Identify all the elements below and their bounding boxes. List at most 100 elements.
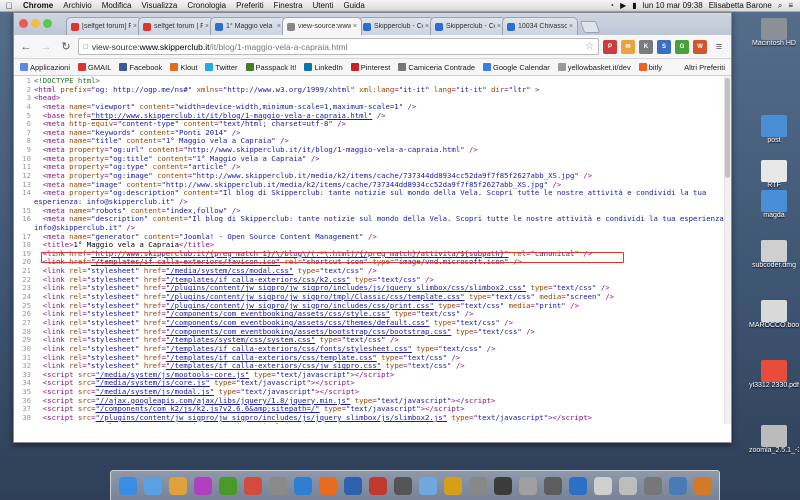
dock-app-icon[interactable] xyxy=(568,476,587,495)
back-button[interactable]: ← xyxy=(18,39,34,55)
dock-app-icon[interactable] xyxy=(418,476,437,495)
wifi-icon[interactable]: ◔ xyxy=(606,1,617,10)
dock-app-icon[interactable] xyxy=(468,476,487,495)
browser-tab[interactable]: selfget forum | Fo× xyxy=(138,17,214,35)
dock-app-icon[interactable] xyxy=(543,476,562,495)
bookmark-item[interactable]: bitly xyxy=(638,63,662,72)
vertical-scrollbar[interactable] xyxy=(724,76,731,424)
menubar-item-archivio[interactable]: Archivio xyxy=(58,1,96,10)
battery-icon[interactable]: ▮ xyxy=(629,1,639,10)
desktop-icon[interactable]: post xyxy=(750,115,798,144)
dock-app-icon[interactable] xyxy=(243,476,262,495)
dock-app-icon[interactable] xyxy=(343,476,362,495)
dock-app-icon[interactable] xyxy=(693,476,712,495)
chrome-menu-icon[interactable]: ≡ xyxy=(711,39,727,55)
address-bar[interactable]: □ view-source: www.skipperclub.it /it/bl… xyxy=(78,38,599,55)
desktop-icon-label: yl3312 2330.pdf xyxy=(749,382,799,389)
bookmark-item[interactable]: Passpack It! xyxy=(245,63,296,72)
desktop-icon[interactable]: yl3312 2330.pdf xyxy=(749,360,799,389)
menubar-item-preferiti[interactable]: Preferiti xyxy=(231,1,269,10)
menubar-item-chrome[interactable]: Chrome xyxy=(18,1,58,10)
url-host: www.skipperclub.it xyxy=(139,41,210,52)
menubar-item-modifica[interactable]: Modifica xyxy=(97,1,137,10)
bookmark-item[interactable]: yellowbasket.it/dev xyxy=(557,63,631,72)
desktop-icon[interactable]: Macintosh HD xyxy=(750,18,798,47)
source-code-text: <meta name="description" content="Il blo… xyxy=(34,214,729,224)
dock-app-icon[interactable] xyxy=(518,476,537,495)
dock-app-icon[interactable] xyxy=(593,476,612,495)
close-window-button[interactable] xyxy=(19,19,28,28)
dock-app-icon[interactable] xyxy=(493,476,512,495)
tab-close-icon[interactable]: × xyxy=(277,23,281,30)
desktop-icon[interactable]: zoomla_2.5.1_-35 xyxy=(749,425,799,454)
extension-icon-4[interactable]: W xyxy=(693,39,707,54)
dock-app-icon[interactable] xyxy=(193,476,212,495)
tab-favicon-icon xyxy=(71,22,79,31)
dock-app-icon[interactable] xyxy=(118,476,137,495)
desktop-icon[interactable]: subcoder.dmg xyxy=(750,240,798,269)
extension-icon-2[interactable]: S xyxy=(657,39,671,54)
menubar-item-utenti[interactable]: Utenti xyxy=(308,1,339,10)
desktop-icon[interactable]: MAROCCO.book xyxy=(749,300,799,329)
zoom-window-button[interactable] xyxy=(43,19,52,28)
menubar-user[interactable]: Elisabetta Barone xyxy=(706,1,775,10)
minimize-window-button[interactable] xyxy=(31,19,40,28)
pinterest-extension-icon[interactable]: P xyxy=(603,39,617,54)
spotlight-search-icon[interactable]: ⌕ xyxy=(775,1,785,11)
desktop-icon-label: zoomla_2.5.1_-35 xyxy=(749,447,799,454)
menubar-item-visualizza[interactable]: Visualizza xyxy=(136,1,182,10)
tab-close-icon[interactable]: × xyxy=(425,23,429,30)
dock-app-icon[interactable] xyxy=(393,476,412,495)
browser-tab[interactable]: Skipperclub - Co × xyxy=(358,17,434,35)
dock-app-icon[interactable] xyxy=(218,476,237,495)
menubar-item-cronologia[interactable]: Cronologia xyxy=(182,1,231,10)
menubar-item-guida[interactable]: Guida xyxy=(338,1,369,10)
desktop-icon[interactable]: RTF xyxy=(750,160,798,189)
bookmark-item[interactable]: Twitter xyxy=(205,63,238,72)
dock-app-icon[interactable] xyxy=(293,476,312,495)
tab-close-icon[interactable]: × xyxy=(497,23,501,30)
bookmark-item[interactable]: Applicazioni xyxy=(20,63,70,72)
bookmark-star-icon[interactable]: ☆ xyxy=(585,41,594,52)
new-tab-button[interactable] xyxy=(579,21,601,33)
dock-app-icon[interactable] xyxy=(318,476,337,495)
tab-close-icon[interactable]: × xyxy=(205,23,209,30)
dock-app-icon[interactable] xyxy=(668,476,687,495)
tab-close-icon[interactable]: × xyxy=(353,23,357,30)
bookmark-item[interactable]: Facebook xyxy=(119,63,162,72)
desktop-icon[interactable]: magda xyxy=(750,190,798,219)
bookmark-item[interactable]: Klout xyxy=(170,63,197,72)
dock-app-icon[interactable] xyxy=(268,476,287,495)
browser-tab[interactable]: 10034 Chivasso × xyxy=(502,17,578,35)
browser-tab[interactable]: [selfget forum] F × xyxy=(66,17,142,35)
dock-app-icon[interactable] xyxy=(618,476,637,495)
bookmark-item[interactable]: Camiceria Contrade xyxy=(398,63,475,72)
dock-app-icon[interactable] xyxy=(143,476,162,495)
mail-extension-icon[interactable]: ✉ xyxy=(621,39,635,54)
tab-close-icon[interactable]: × xyxy=(569,23,573,30)
menubar-item-finestra[interactable]: Finestra xyxy=(269,1,308,10)
scrollbar-thumb[interactable] xyxy=(725,78,730,178)
browser-tab[interactable]: 1° Maggio vela × xyxy=(210,17,286,35)
forward-button[interactable]: → xyxy=(38,39,54,55)
extension-icon-3[interactable]: G xyxy=(675,39,689,54)
notification-list-icon[interactable]: ≡ xyxy=(785,1,796,10)
extension-icon[interactable]: K xyxy=(639,39,653,54)
tab-favicon-icon xyxy=(215,22,223,31)
tab-close-icon[interactable]: × xyxy=(133,23,137,30)
reload-button[interactable]: ↻ xyxy=(58,39,74,55)
bookmark-item[interactable]: Pinterest xyxy=(350,63,390,72)
dock-app-icon[interactable] xyxy=(368,476,387,495)
bookmark-item[interactable]: LinkedIn xyxy=(304,63,343,72)
volume-icon[interactable]: ▶ xyxy=(617,1,629,10)
dock-app-icon[interactable] xyxy=(443,476,462,495)
bookmark-item[interactable]: Google Calendar xyxy=(483,63,550,72)
other-bookmarks-folder[interactable]: Altri Preferiti xyxy=(684,63,725,72)
menubar-clock[interactable]: lun 10 mar 09:38 xyxy=(640,1,706,10)
apple-menu-icon[interactable]:  xyxy=(0,1,18,11)
browser-tab[interactable]: Skipperclub - Co × xyxy=(430,17,506,35)
dock-app-icon[interactable] xyxy=(643,476,662,495)
browser-tab[interactable]: view-source:www × xyxy=(282,17,362,35)
dock-app-icon[interactable] xyxy=(168,476,187,495)
bookmark-item[interactable]: GMAIL xyxy=(78,63,111,72)
